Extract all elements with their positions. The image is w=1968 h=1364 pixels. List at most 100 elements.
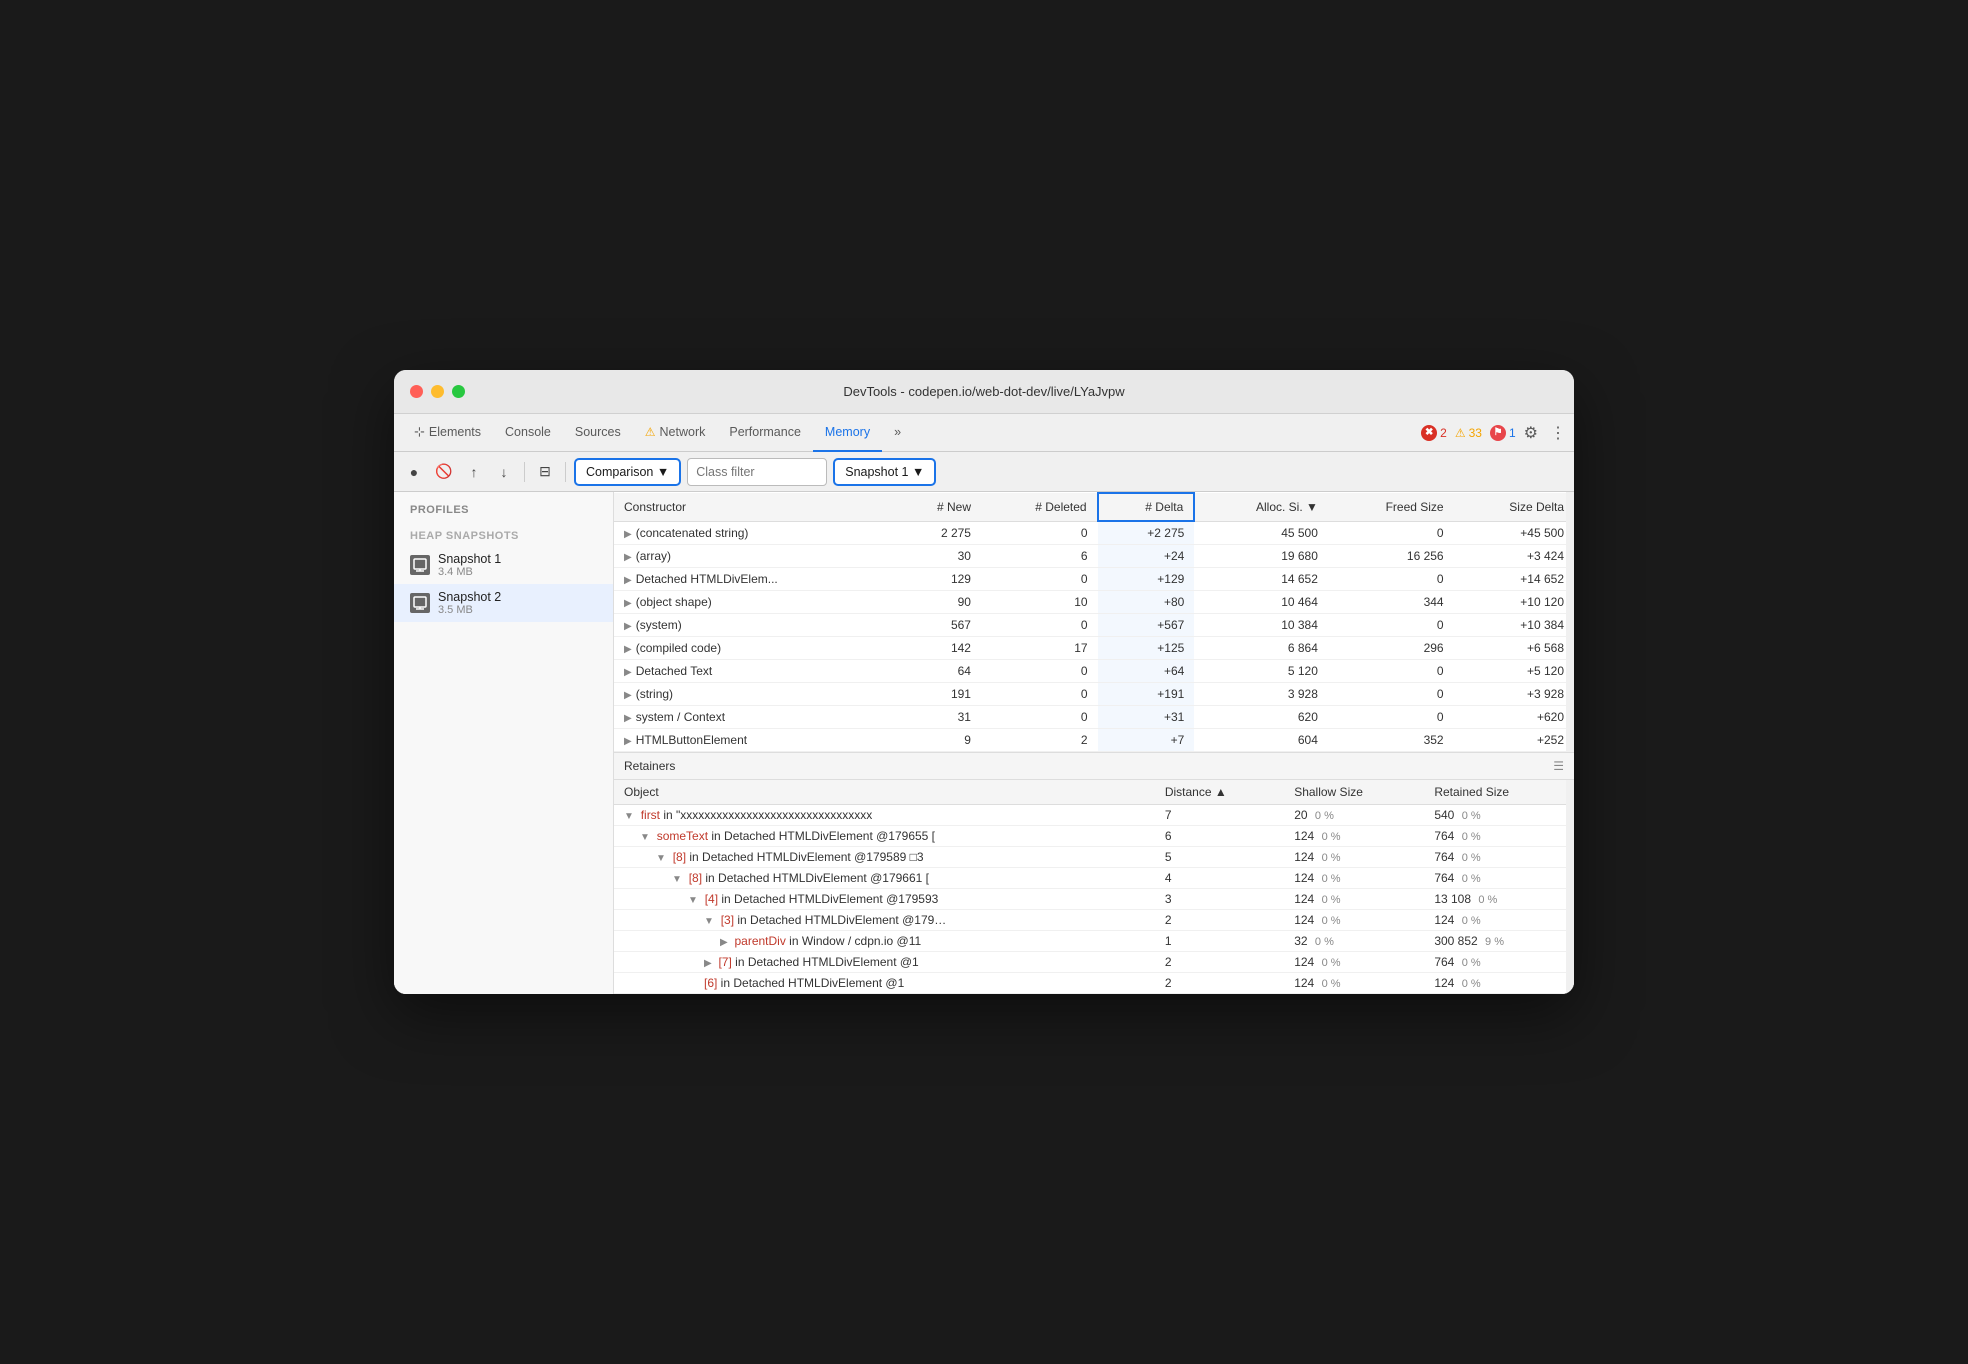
- cell-object: ▼ someText in Detached HTMLDivElement @1…: [614, 826, 1155, 847]
- settings-icon[interactable]: ⚙: [1524, 423, 1538, 443]
- col-constructor[interactable]: Constructor: [614, 493, 894, 521]
- table-row[interactable]: ▶HTMLButtonElement 9 2 +7 604 352 +252: [614, 729, 1574, 752]
- cell-retained: 764 0 %: [1424, 868, 1574, 889]
- class-filter-input[interactable]: [687, 458, 827, 486]
- scrollbar-right[interactable]: [1566, 492, 1574, 752]
- ret-expand-arrow[interactable]: ▼: [672, 874, 685, 885]
- cell-deleted: 0: [981, 660, 1098, 683]
- snapshot-item-1[interactable]: Snapshot 1 3.4 MB: [394, 546, 613, 584]
- snapshot-item-2[interactable]: Snapshot 2 3.5 MB: [394, 584, 613, 622]
- expand-arrow[interactable]: ▶: [624, 713, 632, 724]
- tab-memory[interactable]: Memory: [813, 414, 882, 452]
- retainers-row[interactable]: ▼ someText in Detached HTMLDivElement @1…: [614, 826, 1574, 847]
- ret-col-shallow[interactable]: Shallow Size: [1284, 780, 1424, 805]
- col-freed[interactable]: Freed Size: [1328, 493, 1454, 521]
- ret-expand-arrow[interactable]: ▶: [704, 958, 714, 969]
- retainers-row[interactable]: ▶ parentDiv in Window / cdpn.io @11 1 32…: [614, 931, 1574, 952]
- clear-button[interactable]: 🚫: [432, 460, 456, 484]
- cell-constructor: ▶(string): [614, 683, 894, 706]
- expand-arrow[interactable]: ▶: [624, 529, 632, 540]
- devtools-tabs: ⊹ Elements Console Sources ⚠ Network Per…: [394, 414, 1574, 452]
- ret-col-object[interactable]: Object: [614, 780, 1155, 805]
- ret-expand-arrow[interactable]: ▼: [704, 916, 717, 927]
- snapshot-dropdown[interactable]: Snapshot 1 ▼: [833, 458, 936, 486]
- retained-pct: 0 %: [1462, 852, 1481, 864]
- shallow-pct: 0 %: [1322, 978, 1341, 990]
- col-delta[interactable]: # Delta: [1098, 493, 1195, 521]
- expand-arrow[interactable]: ▶: [624, 598, 632, 609]
- tab-more[interactable]: »: [882, 414, 913, 452]
- maximize-button[interactable]: [452, 385, 465, 398]
- tab-more-label: »: [894, 425, 901, 439]
- cell-constructor: ▶(array): [614, 545, 894, 568]
- table-row[interactable]: ▶(array) 30 6 +24 19 680 16 256 +3 424: [614, 545, 1574, 568]
- close-button[interactable]: [410, 385, 423, 398]
- expand-arrow[interactable]: ▶: [624, 575, 632, 586]
- table-row[interactable]: ▶system / Context 31 0 +31 620 0 +620: [614, 706, 1574, 729]
- retained-pct: 0 %: [1462, 957, 1481, 969]
- snapshot-icon-1: [410, 555, 430, 575]
- table-row[interactable]: ▶Detached HTMLDivElem... 129 0 +129 14 6…: [614, 568, 1574, 591]
- col-size-delta[interactable]: Size Delta: [1454, 493, 1574, 521]
- cell-size-delta: +6 568: [1454, 637, 1574, 660]
- expand-arrow[interactable]: ▶: [624, 552, 632, 563]
- comparison-dropdown[interactable]: Comparison ▼: [574, 458, 681, 486]
- expand-arrow[interactable]: ▶: [624, 621, 632, 632]
- expand-arrow[interactable]: ▶: [624, 667, 632, 678]
- record-button[interactable]: ●: [402, 460, 426, 484]
- minimize-button[interactable]: [431, 385, 444, 398]
- col-deleted[interactable]: # Deleted: [981, 493, 1098, 521]
- upload-button[interactable]: ↑: [462, 460, 486, 484]
- ret-expand-arrow[interactable]: ▼: [640, 832, 653, 843]
- retainers-scrollbar[interactable]: [1566, 780, 1574, 994]
- col-alloc[interactable]: Alloc. Si. ▼: [1194, 493, 1328, 521]
- table-row[interactable]: ▶(concatenated string) 2 275 0 +2 275 45…: [614, 521, 1574, 545]
- ret-expand-arrow[interactable]: ▶: [720, 937, 730, 948]
- tab-sources[interactable]: Sources: [563, 414, 633, 452]
- tab-network[interactable]: ⚠ Network: [633, 414, 718, 452]
- more-icon[interactable]: ⋮: [1550, 423, 1566, 443]
- table-row[interactable]: ▶(string) 191 0 +191 3 928 0 +3 928: [614, 683, 1574, 706]
- tab-memory-label: Memory: [825, 425, 870, 439]
- cell-new: 129: [894, 568, 981, 591]
- cell-constructor: ▶(concatenated string): [614, 521, 894, 545]
- col-new[interactable]: # New: [894, 493, 981, 521]
- ret-col-retained[interactable]: Retained Size: [1424, 780, 1574, 805]
- retainers-row[interactable]: ▼ first in "xxxxxxxxxxxxxxxxxxxxxxxxxxxx…: [614, 805, 1574, 826]
- retainers-row[interactable]: ▼ [8] in Detached HTMLDivElement @179661…: [614, 868, 1574, 889]
- expand-arrow[interactable]: ▶: [624, 644, 632, 655]
- cell-alloc: 10 384: [1194, 614, 1328, 637]
- ret-rest: in Detached HTMLDivElement @179589 □3: [686, 850, 924, 864]
- tab-elements[interactable]: ⊹ Elements: [402, 414, 493, 452]
- retainers-row[interactable]: ▶ [7] in Detached HTMLDivElement @1 2 12…: [614, 952, 1574, 973]
- warn-icon-badge: ⚠: [1455, 426, 1466, 440]
- retainers-row[interactable]: ▼ [3] in Detached HTMLDivElement @179… 2…: [614, 910, 1574, 931]
- expand-arrow[interactable]: ▶: [624, 690, 632, 701]
- table-row[interactable]: ▶(system) 567 0 +567 10 384 0 +10 384: [614, 614, 1574, 637]
- table-row[interactable]: ▶(object shape) 90 10 +80 10 464 344 +10…: [614, 591, 1574, 614]
- ret-col-distance[interactable]: Distance ▲: [1155, 780, 1284, 805]
- cell-delta: +129: [1098, 568, 1195, 591]
- ret-expand-arrow[interactable]: ▼: [656, 853, 669, 864]
- cell-size-delta: +45 500: [1454, 521, 1574, 545]
- table-row[interactable]: ▶Detached Text 64 0 +64 5 120 0 +5 120: [614, 660, 1574, 683]
- table-row[interactable]: ▶(compiled code) 142 17 +125 6 864 296 +…: [614, 637, 1574, 660]
- cell-constructor: ▶system / Context: [614, 706, 894, 729]
- ret-expand-arrow[interactable]: ▼: [688, 895, 701, 906]
- settings-button[interactable]: ⊟: [533, 460, 557, 484]
- info-count: 1: [1509, 426, 1516, 440]
- tab-console[interactable]: Console: [493, 414, 563, 452]
- ret-expand-arrow[interactable]: ▼: [624, 811, 637, 822]
- cell-constructor: ▶Detached HTMLDivElem...: [614, 568, 894, 591]
- tab-performance[interactable]: Performance: [717, 414, 813, 452]
- cell-deleted: 17: [981, 637, 1098, 660]
- retainers-row[interactable]: [6] in Detached HTMLDivElement @1 2 124 …: [614, 973, 1574, 994]
- cell-deleted: 6: [981, 545, 1098, 568]
- download-button[interactable]: ↓: [492, 460, 516, 484]
- retainers-header-row: Object Distance ▲ Shallow Size Retained …: [614, 780, 1574, 805]
- expand-arrow[interactable]: ▶: [624, 736, 632, 747]
- retainers-row[interactable]: ▼ [4] in Detached HTMLDivElement @179593…: [614, 889, 1574, 910]
- cell-size-delta: +3 424: [1454, 545, 1574, 568]
- cell-deleted: 0: [981, 706, 1098, 729]
- retainers-row[interactable]: ▼ [8] in Detached HTMLDivElement @179589…: [614, 847, 1574, 868]
